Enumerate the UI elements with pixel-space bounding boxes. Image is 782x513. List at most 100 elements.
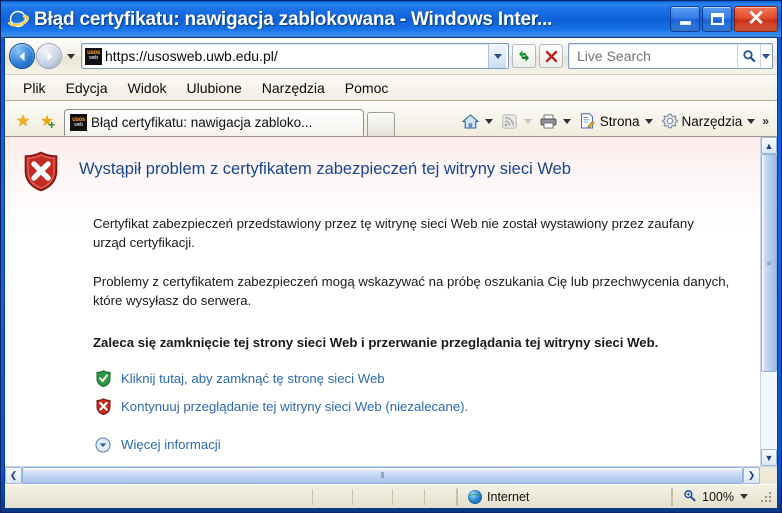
tools-menu-label: Narzędzia [681,113,743,129]
toolbar-overflow-button[interactable]: » [759,114,773,128]
close-icon: ✕ [747,6,765,30]
green-shield-check-icon [93,370,113,388]
tab-title: Błąd certyfikatu: nawigacja zabloko... [91,115,313,130]
home-dropdown-caret[interactable] [484,118,493,124]
print-dropdown-caret[interactable] [562,118,571,124]
address-dropdown-button[interactable] [488,44,506,68]
search-submit-button[interactable] [736,44,760,68]
printer-icon [540,112,558,130]
continue-link[interactable]: Kontynuuj przeglądanie tej witryny sieci… [121,399,468,414]
print-button[interactable] [536,110,575,132]
page-menu-button[interactable]: Strona [575,110,657,132]
tools-dropdown-caret[interactable] [747,118,756,124]
browser-window: Błąd certyfikatu: nawigacja zablokowana … [0,0,782,513]
search-input[interactable] [575,47,737,65]
window-controls: ✕ [670,6,778,32]
magnifier-icon [683,489,696,505]
command-bar: Strona Narzędzia » [458,106,777,136]
star-plus-icon: ★ [40,111,56,131]
chevron-down-icon [762,53,771,59]
tools-menu-button[interactable]: Narzędzia [657,110,760,132]
stop-icon [545,50,557,62]
home-button[interactable] [458,110,497,132]
star-icon: ★ [15,113,31,130]
zoom-control[interactable]: 100% [672,487,756,506]
tab-bar: ★ ★ usos web Błąd certyfikatu: nawigacja… [5,101,777,137]
status-pane-3 [393,488,426,505]
vertical-scroll-thumb[interactable]: ≡ [761,154,777,373]
recent-pages-dropdown[interactable] [67,53,75,59]
scroll-down-button[interactable]: ▼ [761,449,777,466]
new-tab-button[interactable] [367,112,395,136]
maximize-button[interactable] [702,6,732,32]
back-arrow-icon [19,51,24,61]
page-icon [578,112,597,130]
add-to-favorites-button[interactable]: ★ [35,106,59,136]
status-pane-4 [425,488,458,505]
error-body: Certyfikat zabezpieczeń przedstawiony pr… [5,214,760,352]
scrollbar-corner [760,467,777,484]
continue-link-row[interactable]: Kontynuuj przeglądanie tej witryny sieci… [93,394,760,420]
status-bar: Internet 100% [5,484,777,508]
horizontal-scrollbar[interactable]: ❮ ⦀ ❯ [5,466,777,484]
horizontal-scroll-thumb[interactable]: ⦀ [22,467,743,484]
search-dropdown-button[interactable] [759,44,772,68]
address-input[interactable]: usos web https://usosweb.uwb.edu.pl/ [81,43,509,69]
red-shield-warning-icon [93,398,113,416]
menu-item-narzedzia[interactable]: Narzędzia [252,78,335,98]
home-icon [462,112,480,130]
menu-item-ulubione[interactable]: Ulubione [177,78,252,98]
stop-button[interactable] [539,44,563,68]
globe-icon [468,489,483,504]
error-recommendation: Zaleca się zamknięcie tej strony sieci W… [93,334,659,350]
title-bar[interactable]: Błąd certyfikatu: nawigacja zablokowana … [1,1,781,37]
favorites-center-button[interactable]: ★ [11,106,35,136]
close-page-link[interactable]: Kliknij tutaj, aby zamknąć tę stronę sie… [121,371,385,386]
horizontal-scroll-track[interactable]: ⦀ [22,467,743,484]
back-button[interactable] [9,43,35,69]
menu-item-widok[interactable]: Widok [118,78,177,98]
zoom-dropdown-caret[interactable] [740,494,748,499]
search-box[interactable] [568,43,773,69]
vertical-scrollbar[interactable]: ▲ ≡ ▼ [760,137,777,466]
tab-favicon: usos web [70,114,87,131]
security-zone-indicator[interactable]: Internet [457,487,673,506]
close-button[interactable]: ✕ [734,6,778,32]
page-content: Wystąpił problem z certyfikatem zabezpie… [5,137,760,466]
error-header: Wystąpił problem z certyfikatem zabezpie… [5,137,760,192]
menu-item-pomoc[interactable]: Pomoc [335,78,399,98]
minimize-button[interactable] [670,6,700,32]
tab-active[interactable]: usos web Błąd certyfikatu: nawigacja zab… [64,109,364,136]
scroll-right-button[interactable]: ❯ [743,467,760,484]
page-dropdown-caret[interactable] [644,118,653,124]
scroll-up-button[interactable]: ▲ [761,137,777,154]
internet-explorer-icon [7,8,29,30]
address-url-text: https://usosweb.uwb.edu.pl/ [105,48,278,64]
error-paragraph-1: Certyfikat zabezpieczeń przedstawiony pr… [93,216,694,251]
error-paragraph-2: Problemy z certyfikatem zabezpieczeń mog… [93,274,730,309]
page-title: Wystąpił problem z certyfikatem zabezpie… [79,160,571,178]
menu-item-edycja[interactable]: Edycja [56,78,118,98]
status-pane-1 [313,488,354,505]
vertical-scroll-track[interactable]: ≡ [761,154,777,449]
favicon-bottom-text: web [89,55,98,62]
refresh-button[interactable] [512,44,536,68]
forward-button [36,43,62,69]
refresh-icon [519,50,529,62]
address-bar: usos web https://usosweb.uwb.edu.pl/ [5,38,777,75]
scroll-left-button[interactable]: ❮ [5,467,22,484]
gear-icon [661,112,679,130]
rss-icon [501,112,519,130]
resize-grip[interactable] [760,490,774,504]
close-page-link-row[interactable]: Kliknij tutaj, aby zamknąć tę stronę sie… [93,366,760,392]
zoom-level-label: 100% [702,489,734,504]
feeds-dropdown-caret [523,118,532,124]
more-info-link[interactable]: Więcej informacji [121,437,221,452]
minimize-icon [679,21,691,25]
window-title: Błąd certyfikatu: nawigacja zablokowana … [34,9,553,29]
menu-item-plik[interactable]: Plik [13,78,56,98]
client-area: usos web https://usosweb.uwb.edu.pl/ Liv… [4,37,778,509]
red-shield-error-icon [23,151,59,192]
feeds-button [497,110,536,132]
more-info-link-row[interactable]: Więcej informacji [93,432,760,458]
